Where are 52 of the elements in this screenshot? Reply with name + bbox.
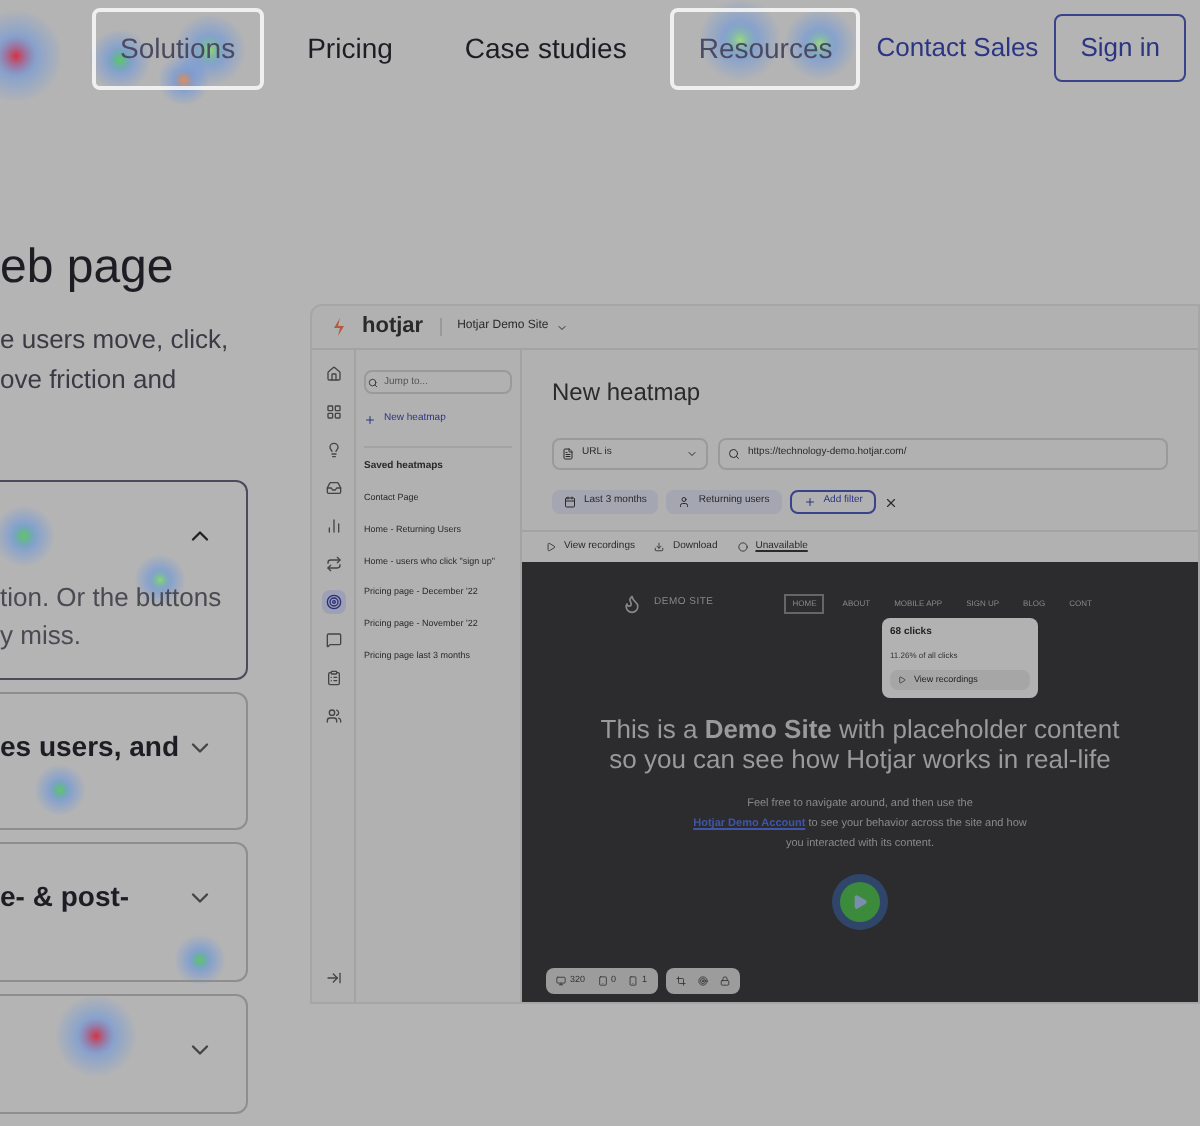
- hero-text: ove friction and: [0, 362, 179, 398]
- logo-mark-icon: [332, 318, 346, 336]
- crop-icon[interactable]: [675, 976, 686, 986]
- accordion-text: tion. Or the buttons: [0, 580, 224, 616]
- sign-in-button[interactable]: Sign in: [1054, 14, 1186, 82]
- page-title: New heatmap: [552, 376, 703, 410]
- target-icon[interactable]: [321, 590, 345, 614]
- play-button[interactable]: [840, 882, 880, 922]
- plus-icon: [364, 413, 376, 426]
- phone-icon: [628, 976, 639, 986]
- nav-link[interactable]: Resources: [670, 7, 861, 89]
- demo-headline: so you can see how Hotjar works in real-life: [609, 744, 1111, 774]
- accordion-title: e- & post-: [0, 878, 130, 916]
- collapse-icon[interactable]: [325, 970, 341, 986]
- search-icon: [728, 448, 740, 460]
- nav-link[interactable]: Pricing: [279, 7, 421, 89]
- users-icon[interactable]: [321, 704, 345, 728]
- repeat-icon[interactable]: [321, 552, 345, 576]
- accordion-item[interactable]: tion. Or the buttons y miss.: [0, 480, 248, 680]
- demo-headline: This is a Demo Site with placeholder content: [600, 714, 1120, 744]
- nav-link[interactable]: Solutions: [92, 7, 264, 89]
- nav-link[interactable]: Case studies: [436, 7, 655, 89]
- search-icon: [368, 377, 378, 387]
- download-icon: [654, 542, 665, 552]
- target-icon[interactable]: [697, 976, 708, 986]
- accordion-item[interactable]: es users, and: [0, 692, 248, 830]
- inbox-icon[interactable]: [321, 476, 345, 500]
- caret-icon: [556, 321, 569, 333]
- user-icon: [678, 496, 691, 508]
- play-icon: [898, 675, 906, 684]
- caret-icon: [686, 448, 698, 460]
- hero-heading: eb page: [0, 240, 176, 296]
- file-icon: [562, 448, 574, 460]
- contact-sales-link[interactable]: Contact Sales: [876, 28, 1039, 68]
- message-icon[interactable]: [321, 628, 345, 652]
- accordion-text: y miss.: [0, 618, 83, 654]
- tablet-icon: [597, 976, 608, 986]
- play-icon: [546, 542, 556, 552]
- home-icon[interactable]: [321, 362, 345, 386]
- plus-icon: [803, 496, 816, 508]
- play-icon: [852, 894, 868, 910]
- hero-text: e users move, click,: [0, 322, 231, 358]
- monitor-icon: [556, 976, 566, 986]
- app-logo: hotjar: [362, 312, 424, 343]
- accordion-title: es users, and: [0, 728, 179, 766]
- close-icon[interactable]: [884, 495, 899, 509]
- flame-logo-icon: [622, 594, 642, 614]
- calendar-icon: [564, 496, 576, 508]
- accordion-item[interactable]: e- & post-: [0, 842, 248, 982]
- circle-icon: [737, 542, 748, 552]
- grid-icon[interactable]: [321, 400, 345, 424]
- lock-icon[interactable]: [719, 976, 730, 986]
